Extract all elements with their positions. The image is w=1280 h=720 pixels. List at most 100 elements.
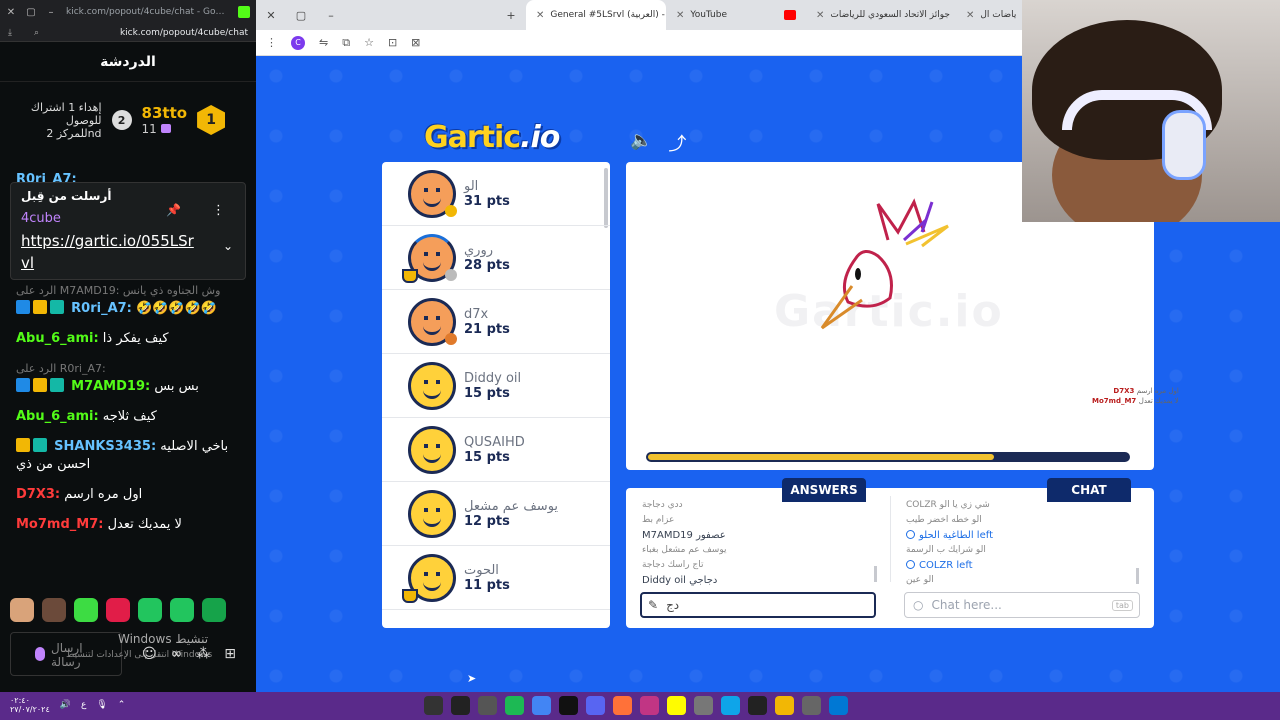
settings-icon[interactable] (478, 696, 497, 715)
round-timer-fill (648, 454, 994, 460)
tab-saudi-awards[interactable]: ✕ جوائز الاتحاد السعودي للرياضات (806, 0, 956, 30)
edge-icon[interactable] (721, 696, 740, 715)
windows-start-icon[interactable] (829, 696, 848, 715)
translate-icon[interactable]: ⊡ (388, 36, 397, 49)
message-username[interactable]: Abu_6_ami: (16, 409, 99, 424)
kick-url[interactable]: kick.com/popout/4cube/chat (60, 28, 248, 38)
app-icon[interactable] (694, 696, 713, 715)
answer-input[interactable]: ✎ دج (640, 592, 876, 618)
emoji-icon[interactable]: ☺ (142, 646, 157, 662)
close-icon[interactable]: ✕ (6, 7, 16, 18)
tab-close-icon[interactable]: ✕ (816, 10, 824, 21)
volume-icon[interactable]: 🔊 (60, 700, 71, 710)
gift-icon[interactable]: ⊞ (224, 646, 236, 662)
new-tab-button[interactable]: + (496, 9, 526, 22)
tab-close-icon[interactable]: ✕ (676, 10, 684, 21)
close-icon[interactable]: ✕ (256, 9, 286, 22)
mic-icon[interactable]: 🎙 (96, 700, 107, 710)
gartic-logo[interactable]: Gartic.io (424, 120, 560, 155)
message-username[interactable]: Mo7md_M7: (16, 517, 103, 532)
player-row[interactable]: الحوت 11 pts (382, 546, 610, 610)
sound-icon[interactable]: 🔈 (630, 130, 652, 156)
chevron-down-icon[interactable]: ⌄ (223, 239, 233, 253)
tab-close-icon[interactable]: ✕ (536, 10, 544, 21)
reply-context[interactable]: الرد على R0ri_A7: (16, 360, 240, 378)
users-icon[interactable]: ⁂ (196, 646, 210, 662)
emote-icon[interactable] (202, 598, 226, 622)
minimize-icon[interactable]: – (46, 7, 56, 18)
player-row[interactable]: روري 28 pts (382, 226, 610, 290)
message-username[interactable]: R0ri_A7: (71, 301, 132, 316)
answer-item: Diddy oil دجاجي (642, 575, 718, 586)
emote-icon[interactable] (138, 598, 162, 622)
snapchat-icon[interactable] (667, 696, 686, 715)
app-icon[interactable] (802, 696, 821, 715)
emote-icon[interactable] (10, 598, 34, 622)
chrome-icon[interactable] (532, 696, 551, 715)
message-username[interactable]: SHANKS3435: (54, 439, 156, 454)
game-chat-list: COLZR شي زي يا الو الو خطه اخضر طيب الطا… (906, 498, 1138, 588)
tab-chat[interactable]: CHAT (1047, 478, 1131, 502)
tab-saudi-awards-2[interactable]: ✕ للرياضات ال (956, 0, 1016, 30)
taskbar-clock[interactable]: ٠٢:٤٠ ٢٧/٠٧/٢٠٢٤ (10, 696, 50, 714)
profile-avatar[interactable]: C (291, 35, 305, 50)
chat-input[interactable]: ○ Chat here... tab (904, 592, 1140, 618)
message-username[interactable]: Abu_6_ami: (16, 331, 99, 346)
message-username[interactable]: M7AMD19: (71, 379, 150, 394)
player-row[interactable]: QUSAIHD 15 pts (382, 418, 610, 482)
pin-icon[interactable]: 📌 (166, 203, 181, 217)
tray-chevron-icon[interactable]: ⌃ (118, 700, 126, 710)
pinned-user[interactable]: 4cube (21, 211, 235, 226)
firefox-icon[interactable] (613, 696, 632, 715)
tab-gartic[interactable]: ✕ General #5LSrvl (العربية) - Gartic (526, 0, 666, 30)
player-name: روري (464, 242, 494, 258)
more-options-icon[interactable]: ⋮ (212, 203, 225, 218)
tab-close-icon[interactable]: ✕ (966, 10, 974, 21)
share-icon[interactable]: ⤴ (668, 130, 686, 156)
chat-scrollbar[interactable] (1136, 568, 1139, 584)
extensions-icon[interactable]: ⧉ (342, 36, 350, 50)
chat-system-item: COLZR left (906, 558, 1138, 573)
minimize-icon[interactable]: – (316, 9, 346, 22)
customize-icon[interactable]: ⇋ (319, 36, 328, 49)
bookmark-star-icon[interactable]: ☆ (364, 36, 374, 49)
player-row[interactable]: الو 31 pts (382, 162, 610, 226)
reply-context[interactable]: الرد على M7AMD19: وش الجناوه ذي يانس (16, 282, 240, 300)
obs-icon[interactable] (424, 696, 443, 715)
maximize-icon[interactable]: ▢ (286, 9, 316, 22)
tab-answers[interactable]: ANSWERS (782, 478, 866, 502)
player-row[interactable]: d7x 21 pts (382, 290, 610, 354)
discord-icon[interactable] (586, 696, 605, 715)
emote-icon[interactable] (74, 598, 98, 622)
app-icon[interactable] (748, 696, 767, 715)
leaderboard-first[interactable]: 83tto 11 (142, 104, 188, 136)
language-indicator[interactable]: ع (81, 700, 86, 710)
pinned-label: أرسلت من قِبل (21, 189, 112, 203)
player-row[interactable]: Diddy oil 15 pts (382, 354, 610, 418)
download-icon[interactable]: ⤓ (8, 28, 20, 38)
media-player-icon[interactable] (451, 696, 470, 715)
spotify-icon[interactable] (505, 696, 524, 715)
answer-item: عزام بط (642, 515, 675, 525)
answers-scrollbar[interactable] (874, 566, 877, 582)
emote-icon[interactable] (106, 598, 130, 622)
microphone-icon[interactable] (35, 647, 45, 661)
menu-icon[interactable]: ⋮ (266, 36, 277, 49)
terminal-icon[interactable] (559, 696, 578, 715)
emote-icon[interactable] (42, 598, 66, 622)
infinity-icon[interactable]: ∞ (171, 646, 183, 662)
first-user-name: 83tto (141, 104, 188, 122)
message-text: 🤣🤣🤣🤣🤣 (136, 301, 217, 316)
install-icon[interactable]: ⊠ (411, 36, 420, 49)
search-icon[interactable]: ⌕ (34, 28, 46, 38)
player-row[interactable]: يوسف عم مشعل 12 pts (382, 482, 610, 546)
pinned-message: أرسلت من قِبل 📌 ⋮ 4cube https://gartic.i… (10, 182, 246, 280)
tab-youtube[interactable]: ✕ YouTube (666, 0, 806, 30)
emote-icon[interactable] (170, 598, 194, 622)
maximize-icon[interactable]: ▢ (26, 7, 36, 18)
pinned-link[interactable]: https://gartic.io/055LSrvl (21, 230, 201, 274)
file-explorer-icon[interactable] (775, 696, 794, 715)
info-icon (906, 560, 915, 569)
message-username[interactable]: D7X3: (16, 487, 60, 502)
instagram-icon[interactable] (640, 696, 659, 715)
